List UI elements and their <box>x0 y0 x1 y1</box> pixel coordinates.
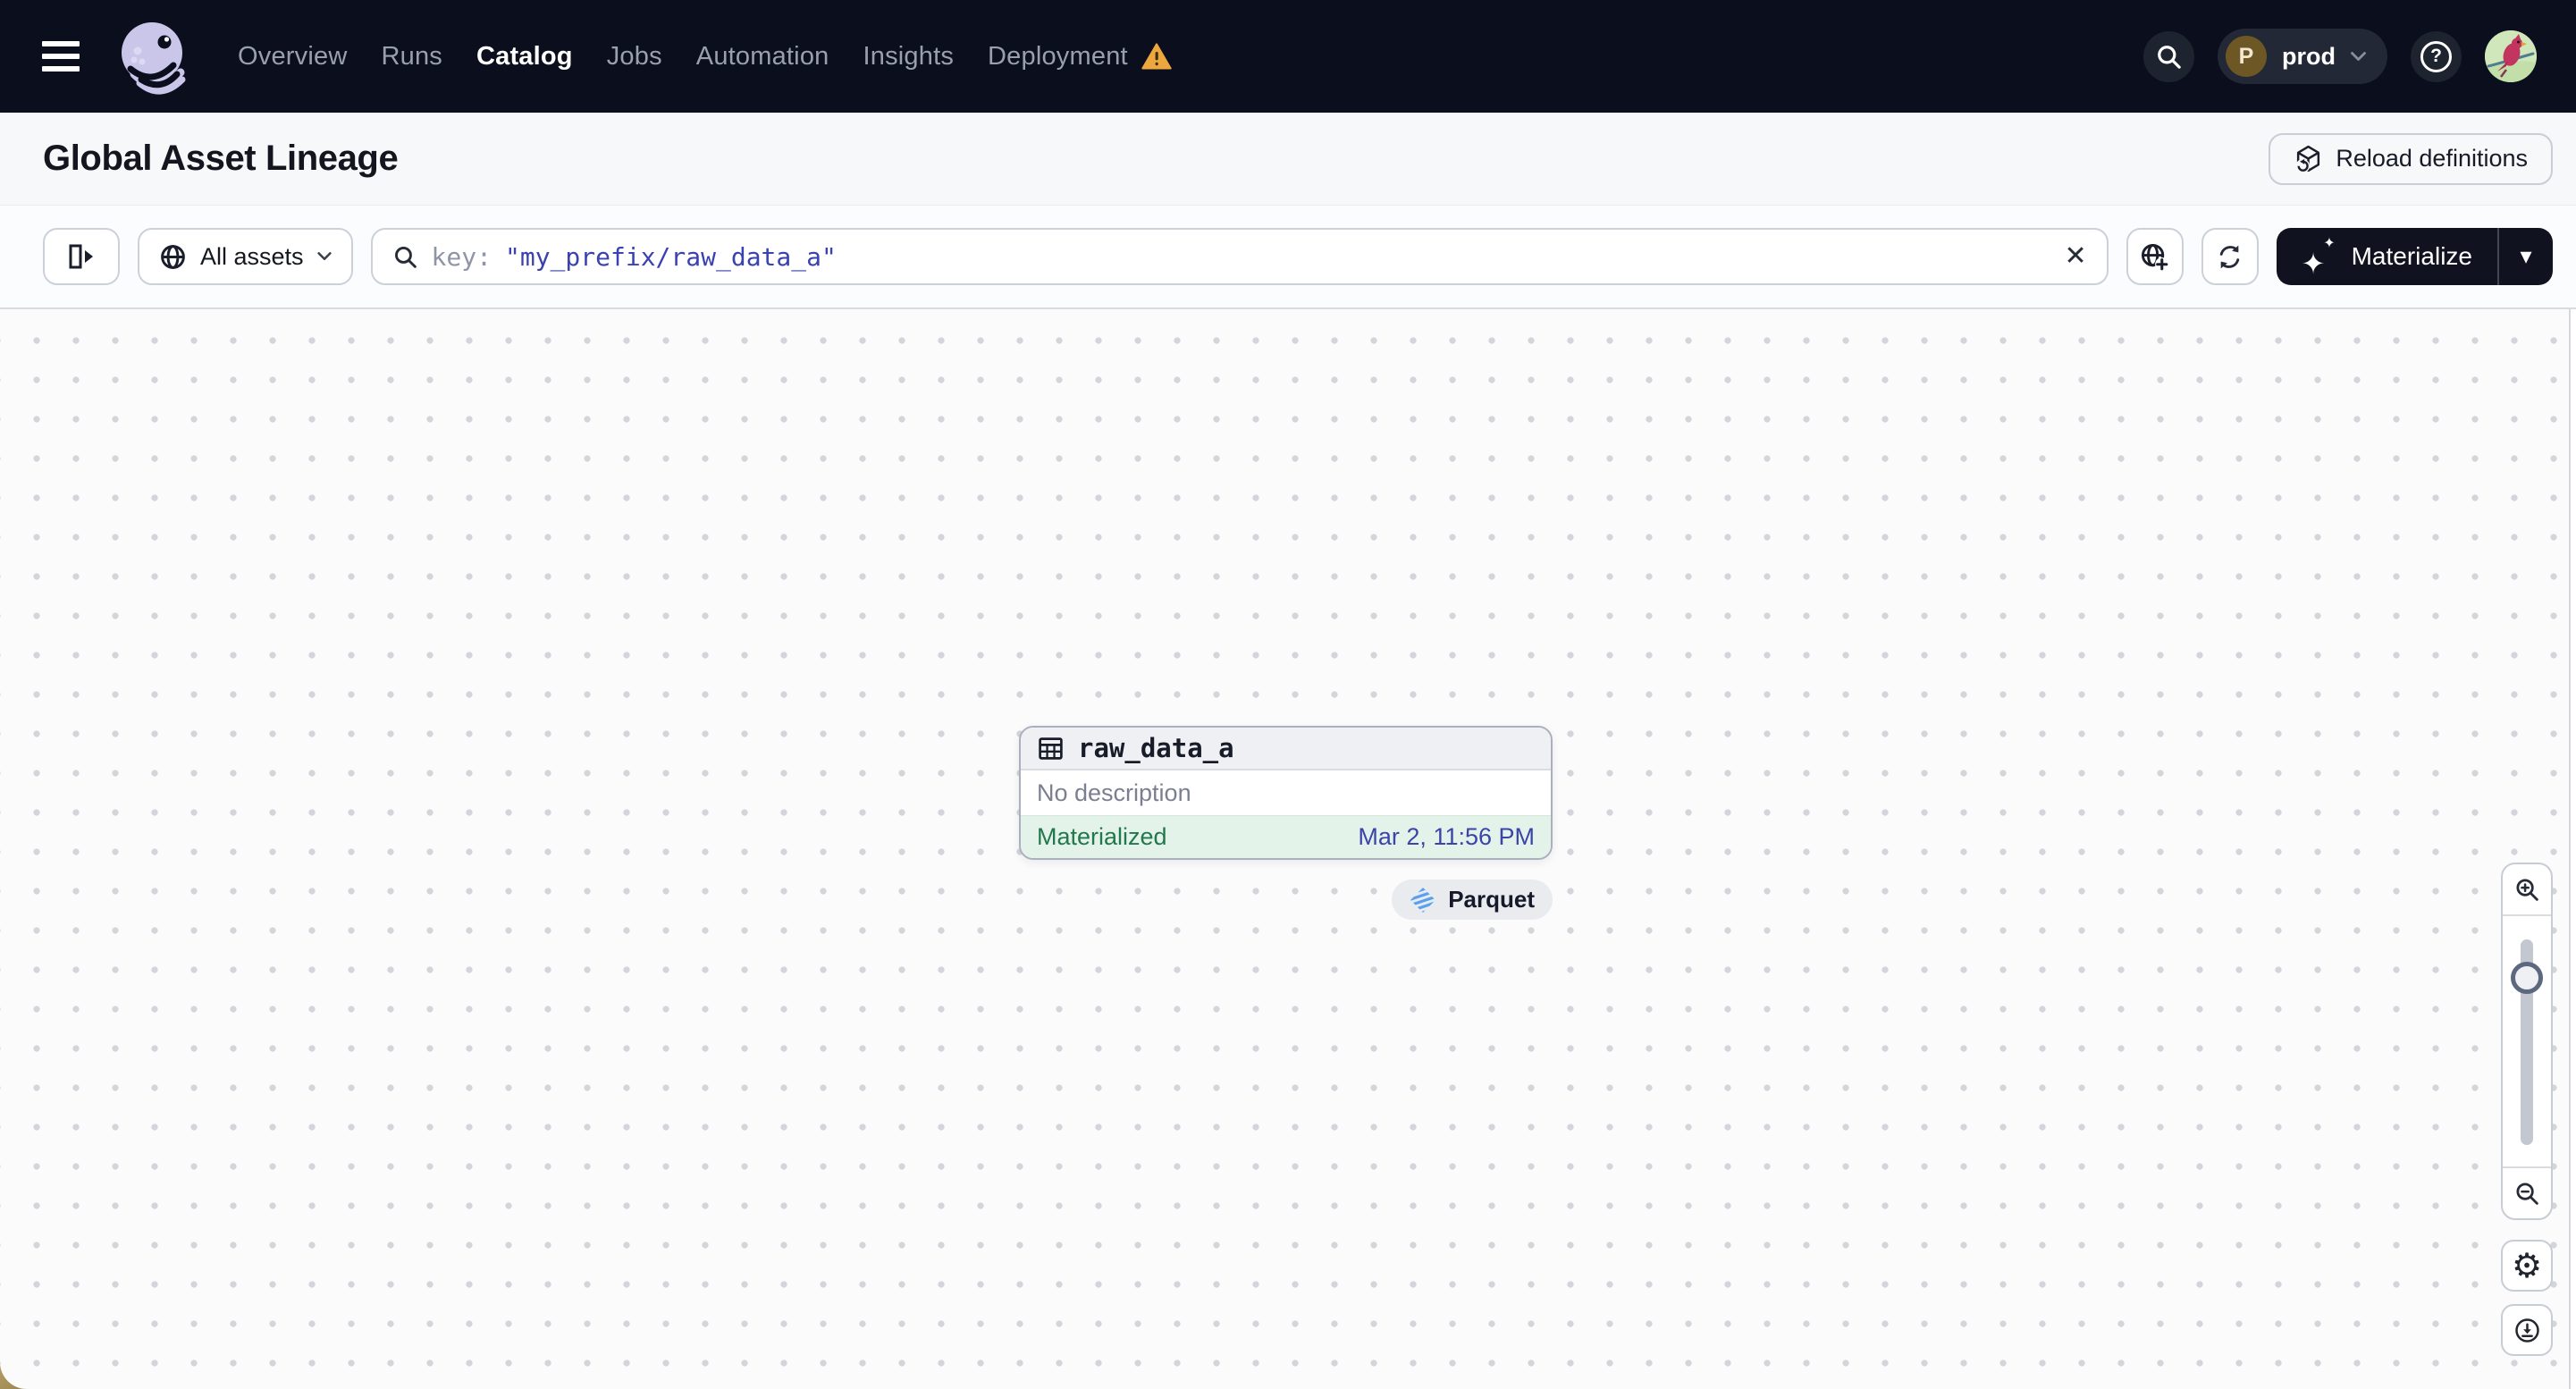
materialize-split-button: ✦ ✦ Materialize ▾ <box>2276 228 2553 285</box>
search-icon <box>394 246 417 268</box>
nav-item-deployment[interactable]: Deployment <box>988 42 1172 72</box>
question-mark-icon: ? <box>2420 40 2452 72</box>
dagster-logo-icon[interactable] <box>113 15 191 97</box>
open-left-panel-button[interactable] <box>43 228 120 285</box>
hamburger-menu-button[interactable] <box>41 38 80 74</box>
panel-expand-icon <box>69 244 93 269</box>
graph-settings-button[interactable]: ⚙ <box>2501 1240 2553 1292</box>
nav-item-deployment-label: Deployment <box>988 41 1128 71</box>
global-search-button[interactable] <box>2143 30 2194 82</box>
materialized-timestamp[interactable]: Mar 2, 11:56 PM <box>1358 823 1535 851</box>
lineage-canvas[interactable]: raw_data_a No description Materialized M… <box>0 309 2576 1389</box>
refresh-icon <box>2219 245 2240 268</box>
zoom-controls <box>2501 863 2553 1220</box>
warning-triangle-icon <box>1141 43 1172 70</box>
zoom-out-icon <box>2515 1182 2538 1205</box>
nav-item-insights[interactable]: Insights <box>863 42 954 72</box>
download-icon <box>2514 1317 2539 1343</box>
hamburger-bar <box>42 54 80 59</box>
help-button[interactable]: ? <box>2411 30 2462 82</box>
nav-item-catalog[interactable]: Catalog <box>476 42 573 72</box>
chevron-down-icon <box>2351 51 2366 61</box>
asset-node-header: raw_data_a <box>1021 728 1551 770</box>
page-header: Global Asset Lineage Reload definitions <box>0 113 2576 206</box>
zoom-slider[interactable] <box>2503 916 2551 1166</box>
right-panel-edge <box>2569 309 2576 1389</box>
reload-definitions-icon <box>2295 145 2320 173</box>
hamburger-bar <box>42 66 80 72</box>
user-avatar[interactable] <box>2485 30 2537 82</box>
zoom-slider-thumb[interactable] <box>2511 962 2543 994</box>
reload-definitions-button[interactable]: Reload definitions <box>2269 132 2553 185</box>
materialize-button[interactable]: ✦ ✦ Materialize <box>2277 228 2497 285</box>
search-icon <box>2158 45 2181 69</box>
asset-kind-tag-parquet[interactable]: Parquet <box>1392 880 1553 920</box>
asset-status-row: Materialized Mar 2, 11:56 PM <box>1021 815 1551 858</box>
primary-nav: Overview Runs Catalog Jobs Automation In… <box>238 42 1172 72</box>
top-navbar: Overview Runs Catalog Jobs Automation In… <box>0 0 2576 113</box>
cardinal-bird-avatar-image <box>2485 30 2537 82</box>
refresh-button[interactable] <box>2201 228 2259 285</box>
globe-icon <box>161 244 185 269</box>
zoom-out-button[interactable] <box>2503 1166 2551 1218</box>
asset-groups-filter-button[interactable] <box>2126 228 2184 285</box>
nav-item-runs[interactable]: Runs <box>381 42 442 72</box>
zoom-in-button[interactable] <box>2503 864 2551 916</box>
lineage-toolbar: All assets key: "my_prefix/raw_data_a" ✕ <box>0 206 2576 309</box>
reload-definitions-label: Reload definitions <box>2336 145 2528 172</box>
asset-tags-row: Parquet <box>1019 880 1553 920</box>
sparkles-icon: ✦ ✦ <box>2301 234 2336 281</box>
clear-search-button[interactable]: ✕ <box>2057 236 2093 277</box>
nav-item-jobs[interactable]: Jobs <box>607 42 662 72</box>
chevron-down-icon <box>316 252 332 260</box>
dagster-app-window: Overview Runs Catalog Jobs Automation In… <box>0 0 2576 1389</box>
materialized-status-badge: Materialized <box>1037 823 1167 850</box>
asset-name: raw_data_a <box>1078 733 1234 763</box>
search-query-field-token: key: <box>431 241 492 272</box>
asset-description: No description <box>1037 779 1191 806</box>
navbar-right-cluster: P prod ? <box>2143 29 2537 84</box>
asset-node-raw-data-a[interactable]: raw_data_a No description Materialized M… <box>1019 726 1553 860</box>
hamburger-bar <box>42 41 80 46</box>
asset-node-wrapper: raw_data_a No description Materialized M… <box>1019 726 1553 920</box>
asset-kind-tag-label: Parquet <box>1448 886 1535 913</box>
materialize-options-button[interactable]: ▾ <box>2499 228 2553 285</box>
nav-item-overview[interactable]: Overview <box>238 42 347 72</box>
environment-name: prod <box>2282 42 2336 70</box>
table-asset-icon <box>1039 737 1063 760</box>
zoom-in-icon <box>2515 878 2538 901</box>
page-title: Global Asset Lineage <box>43 139 399 178</box>
asset-search-input[interactable]: key: "my_prefix/raw_data_a" ✕ <box>370 228 2109 285</box>
materialize-label: Materialize <box>2351 242 2472 270</box>
download-image-button[interactable] <box>2501 1304 2553 1356</box>
globe-plus-icon <box>2142 243 2169 271</box>
environment-switcher[interactable]: P prod <box>2218 29 2387 84</box>
parquet-logo-icon <box>1410 887 1436 913</box>
asset-scope-label: All assets <box>200 242 304 270</box>
search-query-value: "my_prefix/raw_data_a" <box>504 241 837 272</box>
nav-item-automation[interactable]: Automation <box>696 42 829 72</box>
asset-scope-dropdown[interactable]: All assets <box>138 228 353 285</box>
gear-icon: ⚙ <box>2511 1246 2543 1285</box>
environment-initial-badge: P <box>2226 36 2267 77</box>
